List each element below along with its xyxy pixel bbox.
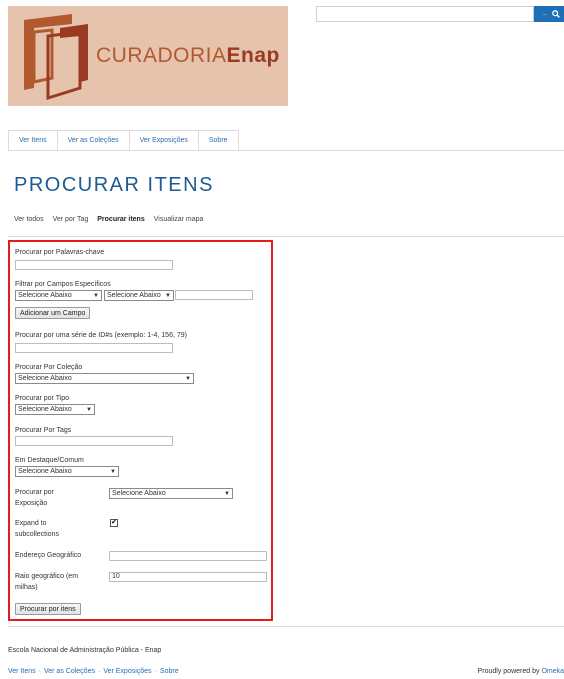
exhibit-select[interactable]: Selecione Abaixo ▼ xyxy=(109,488,233,499)
footer-separator: · xyxy=(97,668,101,675)
type-select-value: Selecione Abaixo xyxy=(18,406,72,413)
featured-label: Em Destaque/Comum xyxy=(15,457,84,464)
logo-text-part2: Enap xyxy=(226,44,280,67)
submit-search-button[interactable]: Procurar por itens xyxy=(15,603,81,615)
footer-separator: · xyxy=(154,668,157,675)
fields-label: Filtrar por Campos Específicos xyxy=(15,281,111,288)
exhibit-select-value: Selecione Abaixo xyxy=(112,490,166,497)
featured-select-value: Selecione Abaixo xyxy=(18,468,72,475)
chevron-down-icon: ▼ xyxy=(86,406,92,413)
chevron-down-icon: ▼ xyxy=(93,292,99,299)
footer-separator: · xyxy=(38,668,41,675)
field-type-select-value: Selecione Abaixo xyxy=(107,292,161,299)
chevron-down-icon: ▼ xyxy=(224,490,230,497)
field-select[interactable]: Selecione Abaixo ▼ xyxy=(15,290,102,301)
nav-tab-ver-colecoes[interactable]: Ver as Coleções xyxy=(58,131,130,150)
type-select[interactable]: Selecione Abaixo ▼ xyxy=(15,404,95,415)
logo-mark-icon xyxy=(24,14,88,101)
footer-link-sobre[interactable]: Sobre xyxy=(160,668,179,675)
field-value-input[interactable] xyxy=(175,290,253,300)
nav-tab-ver-exposicoes[interactable]: Ver Exposições xyxy=(130,131,199,150)
search-button-dots: ... xyxy=(541,11,547,17)
geo-radius-label-line2: milhas) xyxy=(15,584,38,591)
logo-text-part1: CURADORIA xyxy=(96,44,227,67)
geo-radius-label-line1: Raio geográfico (em xyxy=(15,573,79,580)
featured-select[interactable]: Selecione Abaixo ▼ xyxy=(15,466,119,477)
subcollections-checkbox[interactable]: ✔ xyxy=(110,519,118,527)
keywords-label: Procurar por Palavras-chave xyxy=(15,249,105,256)
subcollections-label-line2: subcollections xyxy=(15,531,59,538)
keywords-input[interactable] xyxy=(15,260,173,270)
collection-select[interactable]: Selecione Abaixo ▼ xyxy=(15,373,194,384)
ids-input[interactable] xyxy=(15,343,173,353)
subnav-procurar-itens[interactable]: Procurar itens xyxy=(97,216,144,223)
omeka-link[interactable]: Omeka xyxy=(541,668,564,675)
add-field-button[interactable]: Adicionar um Campo xyxy=(15,307,91,319)
footer-link-ver-exposicoes[interactable]: Ver Exposições xyxy=(103,668,151,675)
site-logo[interactable]: CURADORIAEnap xyxy=(8,6,288,106)
tags-input[interactable] xyxy=(15,436,173,446)
field-type-select[interactable]: Selecione Abaixo ▼ xyxy=(104,290,174,301)
nav-tab-ver-itens[interactable]: Ver Itens xyxy=(9,131,58,150)
main-nav: Ver Itens Ver as Coleções Ver Exposições… xyxy=(8,130,239,150)
chevron-down-icon: ▼ xyxy=(185,375,191,382)
subnav-ver-por-tag[interactable]: Ver por Tag xyxy=(53,216,89,223)
geo-radius-input[interactable]: 10 xyxy=(109,572,267,582)
nav-divider xyxy=(8,150,564,151)
subnav-ver-todos[interactable]: Ver todos xyxy=(14,216,44,223)
chevron-down-icon: ▼ xyxy=(165,292,171,299)
tags-label: Procurar Por Tags xyxy=(15,427,72,434)
exhibit-label-line1: Procurar por xyxy=(15,489,54,496)
search-button[interactable]: ... xyxy=(534,6,564,22)
nav-tab-sobre[interactable]: Sobre xyxy=(199,131,238,150)
powered-by-text: Proudly powered by xyxy=(477,668,540,675)
logo-text: CURADORIAEnap xyxy=(96,44,280,68)
search-icon xyxy=(552,10,560,18)
subcollections-label-line1: Expand to xyxy=(15,520,47,527)
footer-org-name: Escola Nacional de Administração Pública… xyxy=(8,647,162,654)
ids-label: Procurar por uma série de ID#s (exemplo:… xyxy=(15,332,187,339)
exhibit-label-line2: Exposição xyxy=(15,500,48,507)
sub-nav: Ver todos Ver por Tag Procurar itens Vis… xyxy=(14,216,203,223)
footer-link-ver-itens[interactable]: Ver Itens xyxy=(8,668,36,675)
footer-link-ver-colecoes[interactable]: Ver as Coleções xyxy=(44,668,95,675)
type-label: Procurar por Tipo xyxy=(15,395,70,402)
powered-by: Proudly powered by Omeka xyxy=(478,668,564,675)
footer-divider xyxy=(8,626,564,627)
collection-label: Procurar Por Coleção xyxy=(15,364,83,371)
chevron-down-icon: ▼ xyxy=(110,468,116,475)
geo-address-input[interactable] xyxy=(109,551,267,561)
footer-nav: Ver Itens · Ver as Coleções · Ver Exposições… xyxy=(8,668,179,675)
geo-address-label: Endereço Geográfico xyxy=(15,552,82,559)
search-input[interactable] xyxy=(316,6,534,22)
collection-select-value: Selecione Abaixo xyxy=(18,375,72,382)
subnav-visualizar-mapa[interactable]: Visualizar mapa xyxy=(154,216,204,223)
page-title: PROCURAR ITENS xyxy=(14,174,214,196)
search-bar: ... xyxy=(316,6,564,22)
field-select-value: Selecione Abaixo xyxy=(18,292,72,299)
subnav-divider xyxy=(8,236,564,237)
advanced-search-form: Procurar por Palavras-chave Filtrar por … xyxy=(8,240,273,621)
